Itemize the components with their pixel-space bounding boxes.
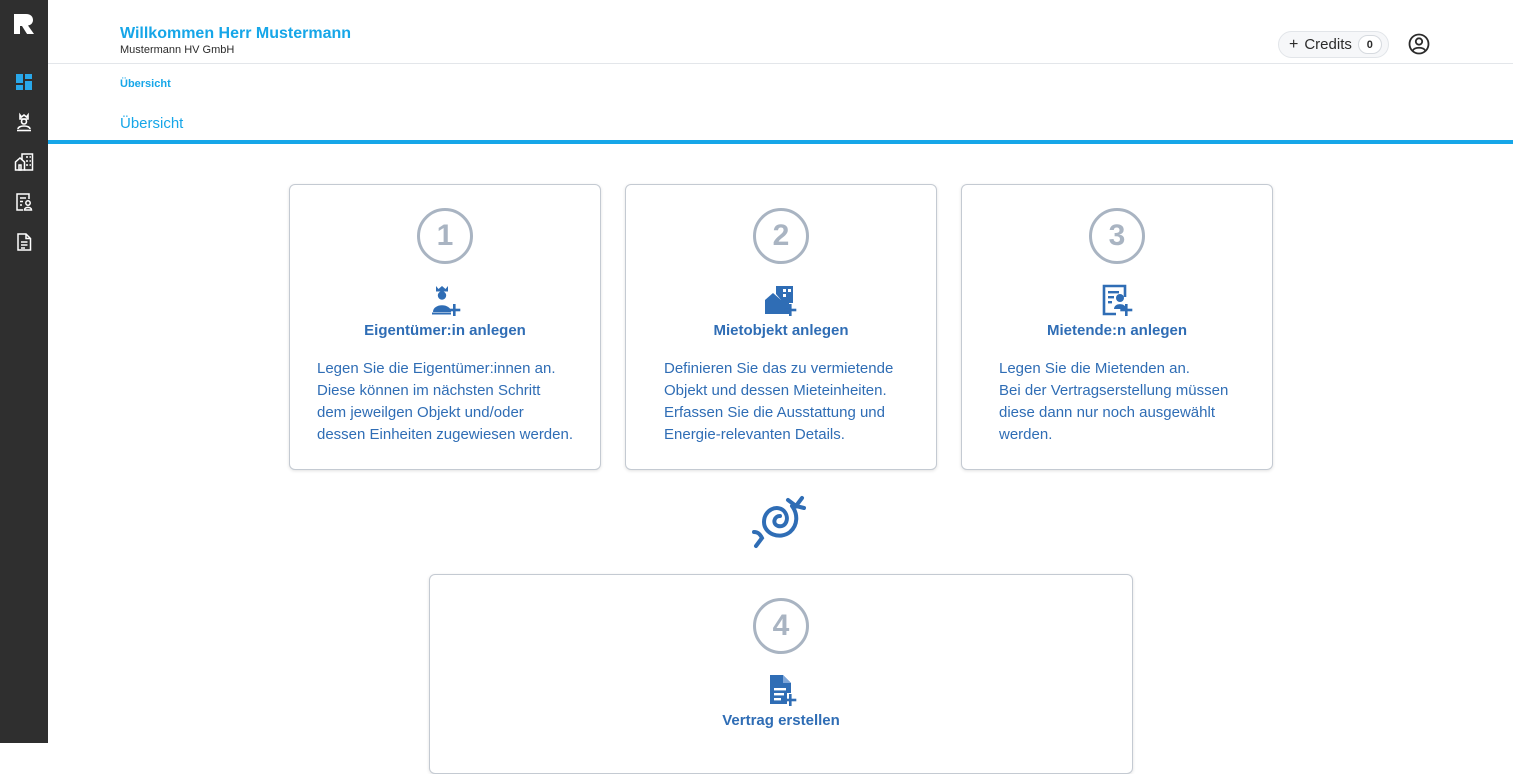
sidebar (0, 0, 48, 743)
step-card-owner[interactable]: 1 Eigentümer:in anlegen Legen Sie die Ei… (289, 184, 601, 470)
description-line: werden. (999, 426, 1053, 443)
sidebar-item-owners[interactable] (12, 110, 36, 134)
company-name: Mustermann HV GmbH (120, 44, 235, 56)
sidebar-item-properties[interactable] (12, 150, 36, 174)
dashboard-icon (16, 74, 32, 90)
add-owner-icon (432, 286, 461, 316)
tenant-list-icon (16, 193, 33, 211)
user-account-icon[interactable] (1408, 33, 1430, 55)
step-title: Vertrag erstellen (722, 712, 840, 729)
description-line: Erfassen Sie die Ausstattung und (664, 404, 885, 421)
description-line: Legen Sie die Eigentümer:innen an. (317, 360, 556, 377)
owner-icon (17, 112, 31, 132)
step-number: 4 (753, 598, 809, 654)
description-line: dessen Einheiten zugewiesen werden. (317, 426, 574, 443)
welcome-title: Willkommen Herr Mustermann (120, 25, 352, 42)
step-title: Mietende:n anlegen (1046, 322, 1188, 339)
step-description: Legen Sie die Eigentümer:innen an. Diese… (317, 358, 573, 446)
description-line: Legen Sie die Mietenden an. (999, 360, 1190, 377)
sidebar-item-tenants[interactable] (12, 190, 36, 214)
description-line: Diese können im nächsten Schritt (317, 382, 541, 399)
step-description: Legen Sie die Mietenden an. Bei der Vert… (999, 358, 1228, 446)
step-card-contract[interactable]: 4 Vertrag erstellen (429, 574, 1133, 774)
add-property-icon (765, 286, 797, 316)
plus-icon: + (1289, 35, 1299, 53)
description-line: dem jeweilgen Objekt und/oder (317, 404, 524, 421)
step-title: Mietobjekt anlegen (713, 322, 849, 339)
sidebar-item-contracts[interactable] (12, 230, 36, 254)
step-title: Eigentümer:in anlegen (364, 322, 526, 339)
app-logo-icon[interactable] (13, 13, 35, 35)
tab-overview[interactable]: Übersicht (120, 115, 183, 132)
description-line: Objekt und dessen Mieteinheiten. (664, 382, 887, 399)
step-number: 3 (1089, 208, 1145, 264)
step-number: 1 (417, 208, 473, 264)
credits-label: Credits (1304, 36, 1352, 53)
step-card-property[interactable]: 2 Mietobjekt anlegen Definieren Sie das … (625, 184, 937, 470)
add-tenant-icon (1102, 284, 1133, 316)
swirl-connector-icon (752, 496, 806, 548)
credits-button[interactable]: + Credits 0 (1278, 31, 1389, 58)
credits-count-badge: 0 (1357, 35, 1382, 54)
description-line: Bei der Vertragserstellung müssen (999, 382, 1229, 399)
step-description: Definieren Sie das zu vermietende Objekt… (664, 358, 893, 446)
description-line: Energie-relevanten Details. (664, 426, 845, 443)
breadcrumb[interactable]: Übersicht (120, 78, 171, 90)
description-line: Definieren Sie das zu vermietende (664, 360, 894, 377)
tab-active-indicator (48, 140, 1513, 144)
step-number: 2 (753, 208, 809, 264)
sidebar-item-dashboard[interactable] (12, 70, 36, 94)
top-header: Willkommen Herr Mustermann Mustermann HV… (48, 0, 1513, 64)
document-icon (17, 233, 32, 251)
buildings-icon (14, 153, 34, 171)
description-line: diese dann nur noch ausgewählt (999, 404, 1215, 421)
step-card-tenant[interactable]: 3 Mietende:n anlegen Legen Sie die Miete… (961, 184, 1273, 470)
create-contract-icon (770, 675, 797, 706)
